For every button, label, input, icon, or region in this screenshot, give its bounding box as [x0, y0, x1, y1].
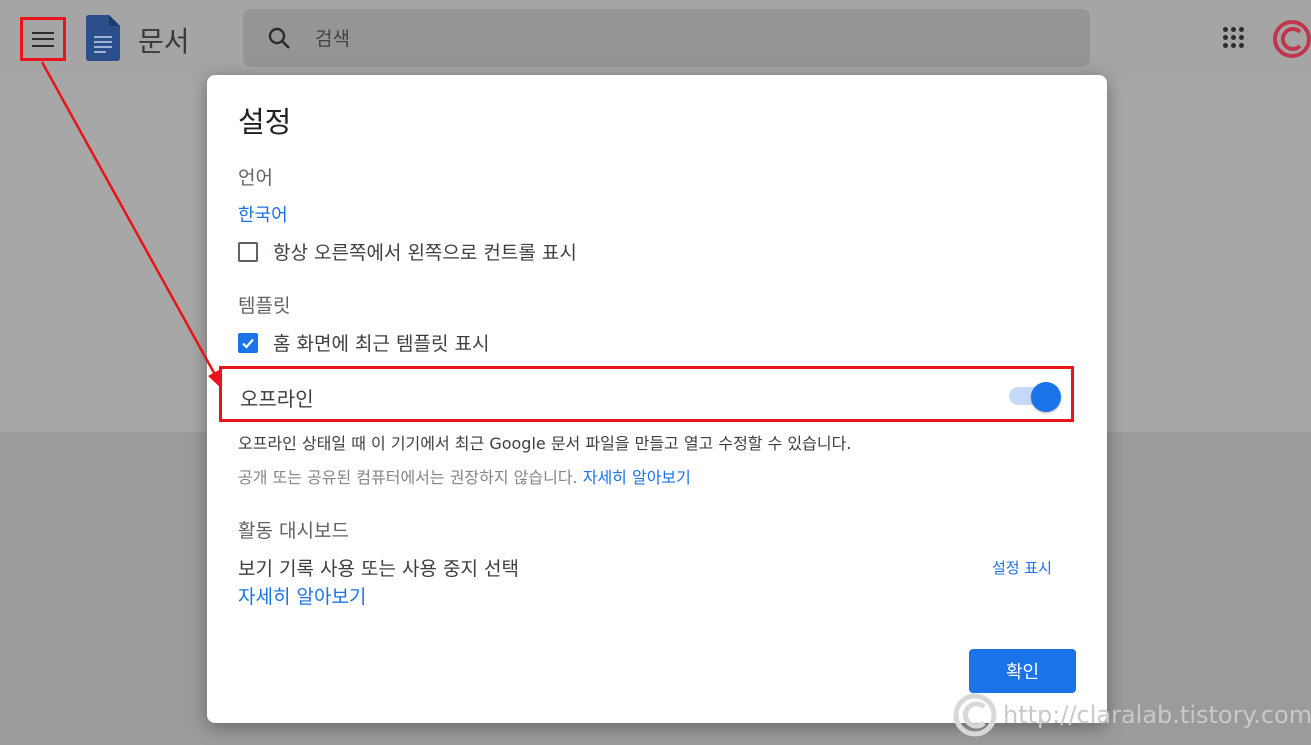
- watermark: http://claralab.tistory.com: [953, 693, 1311, 737]
- activity-dashboard-label: 활동 대시보드: [238, 520, 349, 542]
- recent-templates-checkbox[interactable]: [238, 332, 258, 353]
- settings-dialog: 설정 언어 한국어 항상 오른쪽에서 왼쪽으로 컨트롤 표시 템플릿 홈 화면에…: [207, 75, 1107, 723]
- offline-highlight-box: 오프라인: [219, 366, 1074, 422]
- app-title: 문서: [138, 25, 190, 58]
- search-icon[interactable]: [267, 26, 291, 50]
- offline-description: 오프라인 상태일 때 이 기기에서 최근 Google 문서 파일을 만들고 열…: [238, 434, 852, 453]
- main-menu-button[interactable]: [20, 17, 66, 61]
- offline-label: 오프라인: [240, 387, 314, 411]
- rtl-controls-option[interactable]: 항상 오른쪽에서 왼쪽으로 컨트롤 표시: [238, 238, 577, 265]
- rtl-controls-label: 항상 오른쪽에서 왼쪽으로 컨트롤 표시: [273, 242, 577, 264]
- activity-learn-more-link[interactable]: 자세히 알아보기: [238, 582, 366, 609]
- templates-section-label: 템플릿: [238, 295, 291, 317]
- language-select-link[interactable]: 한국어: [238, 201, 288, 227]
- offline-toggle[interactable]: [1009, 382, 1061, 412]
- hamburger-menu-icon: [32, 31, 54, 47]
- offline-toggle-knob: [1031, 382, 1061, 412]
- watermark-text: http://claralab.tistory.com: [1003, 701, 1311, 729]
- recent-templates-label: 홈 화면에 최근 템플릿 표시: [273, 333, 490, 355]
- watermark-logo-icon: [953, 693, 997, 737]
- search-input[interactable]: [313, 9, 1017, 69]
- offline-warning-text: 공개 또는 공유된 컴퓨터에서는 권장하지 않습니다.: [238, 468, 578, 487]
- offline-learn-more-link[interactable]: 자세히 알아보기: [583, 468, 691, 487]
- app-header: 문서: [0, 0, 1311, 78]
- docs-logo-icon: [86, 15, 120, 61]
- checkmark-icon: [242, 338, 254, 349]
- activity-dashboard-description: 보기 기록 사용 또는 사용 중지 선택: [238, 558, 519, 580]
- apps-grid-icon[interactable]: [1223, 27, 1245, 49]
- rtl-controls-checkbox[interactable]: [238, 241, 258, 262]
- recent-templates-option[interactable]: 홈 화면에 최근 템플릿 표시: [238, 329, 489, 356]
- language-section-label: 언어: [238, 167, 273, 189]
- offline-warning: 공개 또는 공유된 컴퓨터에서는 권장하지 않습니다. 자세히 알아보기: [238, 464, 691, 488]
- search-bar[interactable]: [243, 9, 1090, 69]
- dialog-title: 설정: [238, 105, 292, 139]
- account-avatar[interactable]: [1273, 20, 1311, 58]
- confirm-button[interactable]: 확인: [969, 649, 1076, 693]
- show-settings-link[interactable]: 설정 표시: [992, 557, 1052, 578]
